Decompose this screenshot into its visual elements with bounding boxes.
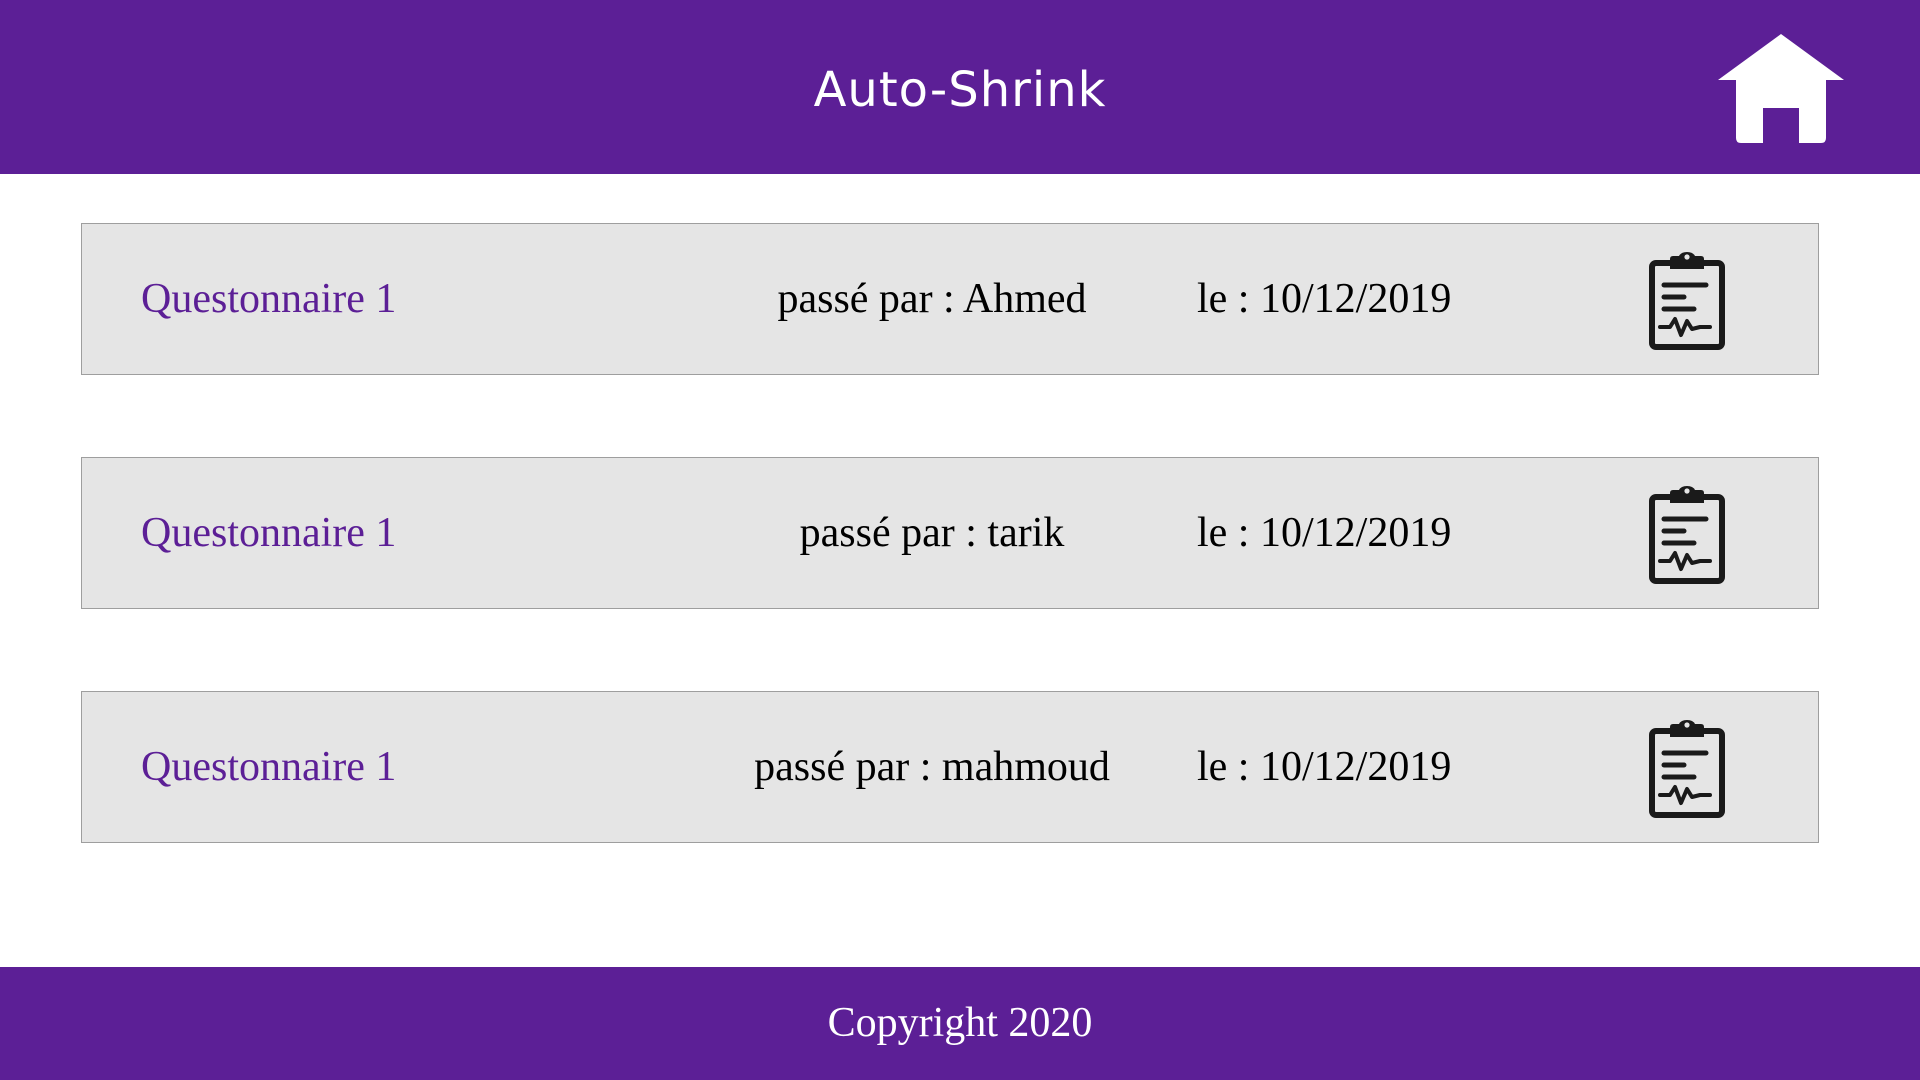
clipboard-report-icon[interactable] xyxy=(1648,485,1726,585)
questionnaire-row[interactable]: Questonnaire 1 passé par : mahmoud le : … xyxy=(81,691,1819,843)
footer-bar: Copyright 2020 xyxy=(0,967,1920,1080)
clipboard-report-icon[interactable] xyxy=(1648,719,1726,819)
copyright-text: Copyright 2020 xyxy=(827,1000,1093,1046)
date-label: le : 10/12/2019 xyxy=(1197,744,1452,790)
questionnaire-title-link[interactable]: Questonnaire 1 xyxy=(141,692,396,842)
questionnaire-row[interactable]: Questonnaire 1 passé par : tarik le : 10… xyxy=(81,457,1819,609)
clipboard-report-icon[interactable] xyxy=(1648,251,1726,351)
questionnaire-title-link[interactable]: Questonnaire 1 xyxy=(141,224,396,374)
date-label: le : 10/12/2019 xyxy=(1197,276,1452,322)
questionnaire-title-link[interactable]: Questonnaire 1 xyxy=(141,458,396,608)
date-label: le : 10/12/2019 xyxy=(1197,510,1452,556)
questionnaire-row[interactable]: Questonnaire 1 passé par : Ahmed le : 10… xyxy=(81,223,1819,375)
questionnaire-list: Questonnaire 1 passé par : Ahmed le : 10… xyxy=(0,0,1920,1080)
